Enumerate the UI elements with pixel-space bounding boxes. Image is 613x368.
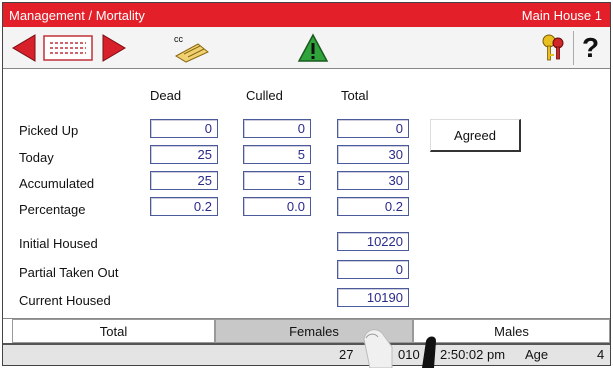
report-button[interactable] (41, 31, 95, 65)
cc-text: cc (174, 34, 184, 44)
partial-taken-out-field[interactable]: 0 (337, 260, 409, 279)
picked-up-culled-field[interactable]: 0 (243, 119, 311, 138)
row-label-initial-housed: Initial Housed (19, 236, 98, 251)
tab-bar: Total Females Males (3, 318, 610, 343)
alarm-button[interactable] (296, 31, 330, 65)
title-bar: Management / Mortality Main House 1 (3, 3, 610, 27)
percentage-total-field: 0.2 (337, 197, 409, 216)
tab-males[interactable]: Males (413, 319, 610, 343)
pointing-hand-icon (363, 329, 436, 368)
column-header-total: Total (341, 88, 369, 103)
percentage-culled-field: 0.0 (243, 197, 311, 216)
row-label-picked-up: Picked Up (19, 123, 79, 138)
row-label-partial-taken-out: Partial Taken Out (19, 265, 119, 280)
app-window: Management / Mortality Main House 1 cc ?… (2, 2, 611, 366)
toolbar: cc ? (3, 27, 610, 69)
today-dead-field: 25 (150, 145, 218, 164)
status-age-label: Age (525, 347, 549, 362)
current-housed-field: 10190 (337, 288, 409, 307)
accumulated-total-field: 30 (337, 171, 409, 190)
warning-icon (297, 33, 329, 62)
arrow-right-icon (102, 34, 126, 62)
today-total-field: 30 (337, 145, 409, 164)
accumulated-dead-field: 25 (150, 171, 218, 190)
picked-up-total-field: 0 (337, 119, 409, 138)
row-label-accumulated: Accumulated (19, 176, 95, 191)
status-bar: 27 010 2:50:02 pm Age 4 (3, 343, 610, 365)
screen-title: Management / Mortality (9, 7, 145, 23)
column-header-dead: Dead (150, 88, 182, 103)
agreed-button[interactable]: Agreed (430, 119, 521, 152)
report-form-icon (43, 35, 93, 61)
picked-up-dead-field[interactable]: 0 (150, 119, 218, 138)
previous-button[interactable] (9, 31, 39, 65)
cc-copy-icon: cc (174, 34, 209, 63)
help-button[interactable]: ? (573, 31, 607, 65)
status-time: 2:50:02 pm (440, 347, 506, 362)
mortality-panel: Dead Culled Total Picked Up 0 0 0 Today … (3, 70, 610, 317)
column-header-culled: Culled (246, 88, 283, 103)
status-age-value: 4 (597, 347, 605, 362)
row-label-today: Today (19, 150, 54, 165)
initial-housed-field: 10220 (337, 232, 409, 251)
arrow-left-icon (12, 34, 36, 62)
copy-button[interactable]: cc (169, 31, 213, 65)
keys-icon (542, 34, 564, 61)
house-name: Main House 1 (521, 7, 602, 23)
row-label-percentage: Percentage (19, 202, 86, 217)
today-culled-field: 5 (243, 145, 311, 164)
keys-button[interactable] (537, 31, 569, 65)
row-label-current-housed: Current Housed (19, 293, 111, 308)
help-icon: ? (581, 32, 600, 63)
percentage-dead-field: 0.2 (150, 197, 218, 216)
next-button[interactable] (99, 31, 129, 65)
accumulated-culled-field: 5 (243, 171, 311, 190)
tab-total[interactable]: Total (12, 319, 215, 343)
status-date-day: 27 (339, 347, 354, 362)
